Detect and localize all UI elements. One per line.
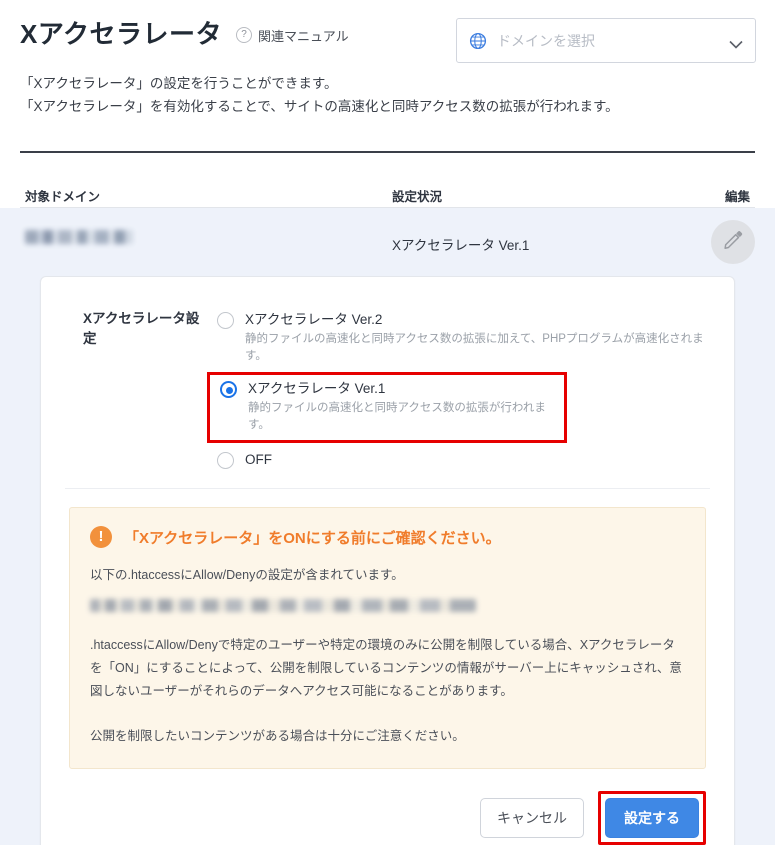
radio-option-ver1[interactable]: Xアクセラレータ Ver.1 静的ファイルの高速化と同時アクセス数の拡張が行われ… [207, 372, 567, 443]
page-description-line-2: 「Xアクセラレータ」を有効化することで、サイトの高速化と同時アクセス数の拡張が行… [20, 99, 619, 114]
radio-option-off-body: OFF [245, 450, 704, 469]
page-root: Xアクセラレータ ? 関連マニュアル 「Xアクセラレータ」の設定を行うことができ… [0, 0, 775, 845]
radio-group: Xアクセラレータ Ver.2 静的ファイルの高速化と同時アクセス数の拡張に加えて… [207, 305, 710, 474]
card-actions: キャンセル 設定する [65, 791, 710, 845]
warning-paragraph-1: 以下の.htaccessにAllow/Denyの設定が含まれています。 [90, 568, 404, 582]
table-row: Xアクセラレータ Ver.1 [20, 208, 755, 276]
chevron-down-icon [729, 36, 743, 49]
warning-notice: ! 「Xアクセラレータ」をONにする前にご確認ください。 以下の.htacces… [69, 507, 706, 769]
globe-icon [469, 32, 487, 50]
cell-domain [25, 230, 133, 244]
accelerator-setting-block: Xアクセラレータ設定 Xアクセラレータ Ver.2 静的ファイルの高速化と同時ア… [65, 299, 710, 478]
radio-option-ver1-body: Xアクセラレータ Ver.1 静的ファイルの高速化と同時アクセス数の拡張が行われ… [248, 379, 554, 434]
table-body: Xアクセラレータ Ver.1 Xアクセラレータ設定 Xアクセラレータ Ver.2… [0, 208, 775, 845]
radio-off[interactable] [217, 452, 234, 469]
domain-select-placeholder: ドメインを選択 [497, 32, 595, 49]
warning-paragraph-3: 公開を制限したいコンテンツがある場合は十分にご注意ください。 [90, 729, 465, 743]
column-header-domain: 対象ドメイン [25, 190, 101, 204]
page-title: Xアクセラレータ [20, 19, 223, 49]
related-manual-label: 関連マニュアル [258, 28, 349, 44]
question-circle-icon: ? [236, 27, 253, 44]
exclamation-circle-icon: ! [90, 526, 112, 548]
submit-button[interactable]: 設定する [605, 798, 699, 838]
settings-card: Xアクセラレータ設定 Xアクセラレータ Ver.2 静的ファイルの高速化と同時ア… [40, 276, 735, 845]
edit-button[interactable] [711, 220, 755, 264]
radio-ver1[interactable] [220, 381, 237, 398]
warning-notice-title-row: ! 「Xアクセラレータ」をONにする前にご確認ください。 [90, 526, 685, 548]
radio-option-ver2-desc: 静的ファイルの高速化と同時アクセス数の拡張に加えて、PHPプログラムが高速化され… [245, 333, 704, 362]
column-header-edit: 編集 [724, 190, 750, 204]
setting-label: Xアクセラレータ設定 [83, 311, 200, 346]
pencil-icon [722, 229, 744, 256]
radio-option-ver2-title: Xアクセラレータ Ver.2 [245, 312, 383, 327]
radio-option-ver2[interactable]: Xアクセラレータ Ver.2 静的ファイルの高速化と同時アクセス数の拡張に加えて… [211, 305, 710, 370]
radio-ver2[interactable] [217, 312, 234, 329]
cell-status: Xアクセラレータ Ver.1 [392, 238, 530, 253]
page-description: 「Xアクセラレータ」の設定を行うことができます。 「Xアクセラレータ」を有効化す… [20, 72, 619, 118]
page-header: Xアクセラレータ ? 関連マニュアル 「Xアクセラレータ」の設定を行うことができ… [0, 0, 775, 153]
related-manual-link[interactable]: ? 関連マニュアル [236, 26, 349, 45]
cancel-button[interactable]: キャンセル [480, 798, 584, 838]
header-divider [20, 151, 755, 153]
domain-select[interactable]: ドメインを選択 [456, 18, 756, 63]
warning-notice-title: 「Xアクセラレータ」をONにする前にご確認ください。 [124, 529, 501, 547]
page-description-line-1: 「Xアクセラレータ」の設定を行うことができます。 [20, 76, 338, 91]
radio-option-ver1-desc: 静的ファイルの高速化と同時アクセス数の拡張が行われます。 [248, 402, 546, 431]
card-divider [65, 488, 710, 489]
redacted-domain-name [25, 230, 133, 244]
column-header-status: 設定状況 [392, 190, 443, 204]
title-row: Xアクセラレータ ? 関連マニュアル [20, 20, 349, 49]
radio-option-off-title: OFF [245, 452, 272, 467]
redacted-htaccess-path [90, 599, 476, 612]
domain-table: 対象ドメイン 設定状況 編集 Xアクセラレータ Ver.1 Xアクセラレータ設定… [0, 160, 775, 845]
submit-button-highlight: 設定する [598, 791, 706, 845]
warning-paragraph-2: .htaccessにAllow/Denyで特定のユーザーや特定の環境のみに公開を… [90, 638, 682, 698]
radio-option-ver2-body: Xアクセラレータ Ver.2 静的ファイルの高速化と同時アクセス数の拡張に加えて… [245, 310, 704, 365]
table-header-row: 対象ドメイン 設定状況 編集 [20, 160, 755, 208]
radio-option-off[interactable]: OFF [211, 445, 710, 474]
radio-option-ver1-title: Xアクセラレータ Ver.1 [248, 381, 386, 396]
